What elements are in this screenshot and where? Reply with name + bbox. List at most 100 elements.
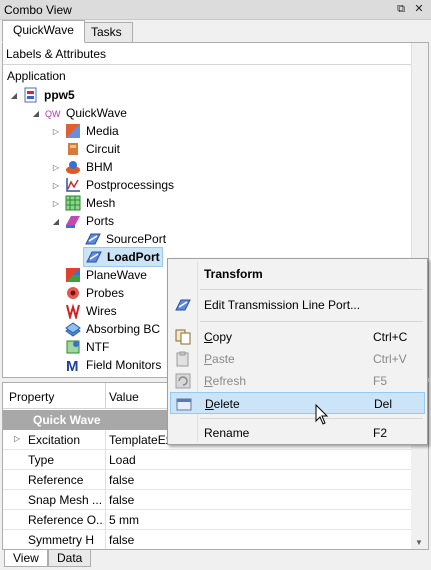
tree-item-label: Media <box>86 124 119 138</box>
menu-item-rename[interactable]: Rename F2 <box>170 422 425 444</box>
port-icon <box>85 231 101 247</box>
expand-arrow-icon[interactable]: ▷ <box>51 163 61 172</box>
svg-text:QW: QW <box>45 109 61 119</box>
tree-item-absorbing-bc[interactable]: Absorbing BC <box>51 320 160 338</box>
menu-item-shortcut: Ctrl+V <box>373 352 407 366</box>
svg-text:M: M <box>66 358 79 373</box>
menu-item-label: Copy <box>204 330 233 344</box>
tree-item-ntf[interactable]: NTF <box>51 338 109 356</box>
collapse-arrow-icon[interactable]: ◢ <box>51 217 61 226</box>
tree-item-bhm[interactable]: ▷ BHM <box>51 158 113 176</box>
menu-separator <box>200 289 423 290</box>
property-row[interactable]: Reference false <box>3 470 411 490</box>
tree-item-label: SourcePort <box>106 232 167 246</box>
property-column-header[interactable]: Property <box>9 390 54 404</box>
tree-item-label: Absorbing BC <box>86 322 161 336</box>
tree-item-label: LoadPort <box>107 250 160 264</box>
tree-item-planewave[interactable]: PlaneWave <box>51 266 147 284</box>
property-value[interactable]: false <box>109 533 134 547</box>
tree-item-label: NTF <box>86 340 110 354</box>
planewave-icon <box>65 267 81 283</box>
menu-item-delete[interactable]: Delete Del <box>170 392 425 414</box>
property-name: Snap Mesh ... <box>28 493 103 507</box>
menu-item-transform[interactable]: Transform <box>170 263 425 285</box>
expand-arrow-icon[interactable]: ▷ <box>51 127 61 136</box>
top-tabs: QuickWave Tasks <box>0 20 431 43</box>
menu-item-copy[interactable]: Copy Ctrl+C <box>170 326 425 348</box>
tree-item-label: Postprocessings <box>86 178 175 192</box>
panel-header: Labels & Attributes <box>3 43 428 65</box>
menu-item-label: Refresh <box>204 374 247 388</box>
property-value[interactable]: false <box>109 493 134 507</box>
property-row[interactable]: Type Load <box>3 450 411 470</box>
tree-item-label: QuickWave <box>66 106 127 120</box>
media-icon <box>65 123 81 139</box>
circuit-icon <box>65 141 81 157</box>
tab-tasks[interactable]: Tasks <box>80 22 133 43</box>
menu-item-label: Delete <box>205 397 240 411</box>
tree-item-wires[interactable]: Wires <box>51 302 117 321</box>
property-name: Reference <box>28 473 84 487</box>
float-window-icon[interactable]: ⧉ <box>395 2 407 16</box>
tree-item-quickwave[interactable]: ◢ QW QuickWave <box>31 104 127 122</box>
menu-separator <box>200 321 423 322</box>
menu-item-shortcut: F5 <box>373 374 388 388</box>
value-column-header[interactable]: Value <box>109 390 139 404</box>
property-row[interactable]: Symmetry H false <box>3 530 411 549</box>
tree-item-label: Probes <box>86 286 125 300</box>
property-value[interactable]: 5 mm <box>109 513 139 527</box>
property-name: Type <box>28 453 55 467</box>
tree-item-probes[interactable]: Probes <box>51 284 124 302</box>
menu-separator <box>200 418 423 419</box>
property-value[interactable]: false <box>109 473 134 487</box>
probe-icon <box>65 285 81 301</box>
expand-arrow-icon[interactable]: ▷ <box>51 199 61 208</box>
ntf-icon <box>65 339 81 355</box>
context-menu: Transform Edit Transmission Line Port...… <box>167 258 428 445</box>
port-icon <box>86 249 102 265</box>
menu-item-paste[interactable]: Paste Ctrl+V <box>170 348 425 370</box>
delete-icon <box>176 396 192 412</box>
expand-arrow-icon[interactable]: ▷ <box>51 181 61 190</box>
tree-item-ports[interactable]: ◢ Ports <box>51 212 114 230</box>
tree-item-label: Wires <box>86 304 117 318</box>
menu-item-label: Paste <box>204 352 235 366</box>
property-row[interactable]: Snap Mesh ... false <box>3 490 411 510</box>
quickwave-icon: QW <box>45 105 61 121</box>
scroll-down-icon[interactable]: ▼ <box>415 538 423 547</box>
ports-icon <box>65 213 81 229</box>
tree-item-postprocessings[interactable]: ▷ Postprocessings <box>51 176 174 194</box>
tree-item-label: BHM <box>86 160 113 174</box>
tree-item-circuit[interactable]: Circuit <box>51 140 120 158</box>
titlebar-buttons: ⧉ ✕ <box>395 2 425 16</box>
tree-item-sourceport[interactable]: SourcePort <box>85 230 166 248</box>
menu-item-shortcut: Del <box>374 397 393 411</box>
tab-data[interactable]: Data <box>48 550 92 567</box>
document-icon <box>23 87 39 103</box>
menu-item-label: Rename <box>204 426 250 440</box>
menu-item-edit-transmission-line-port[interactable]: Edit Transmission Line Port... <box>170 294 425 316</box>
property-row[interactable]: Reference O... 5 mm <box>3 510 411 530</box>
close-icon[interactable]: ✕ <box>413 2 425 16</box>
bottom-tabs: View Data <box>0 550 431 570</box>
menu-item-refresh[interactable]: Refresh F5 <box>170 370 425 392</box>
collapse-arrow-icon[interactable]: ◢ <box>31 109 41 118</box>
property-value[interactable]: Load <box>109 453 136 467</box>
refresh-icon <box>175 373 191 389</box>
tree-item-label: Ports <box>86 214 115 228</box>
expand-arrow-icon[interactable]: ▷ <box>14 434 20 443</box>
tree-item-loadport[interactable]: LoadPort <box>83 247 163 267</box>
tree-item-label: ppw5 <box>44 88 75 102</box>
tree-item-field-monitors[interactable]: M Field Monitors <box>51 356 161 375</box>
tree-item-ppw5[interactable]: ◢ ppw5 <box>9 86 75 104</box>
bhm-icon <box>65 159 81 175</box>
tab-quickwave[interactable]: QuickWave <box>2 20 85 43</box>
window-title: Combo View <box>4 3 72 17</box>
menu-item-label: Transform <box>204 267 263 281</box>
tab-view[interactable]: View <box>4 550 48 567</box>
collapse-arrow-icon[interactable]: ◢ <box>9 91 19 100</box>
tree-item-media[interactable]: ▷ Media <box>51 122 119 140</box>
tree-item-label: Mesh <box>86 196 116 210</box>
property-value[interactable]: TemplateEx <box>109 433 172 447</box>
tree-item-mesh[interactable]: ▷ Mesh <box>51 194 115 212</box>
